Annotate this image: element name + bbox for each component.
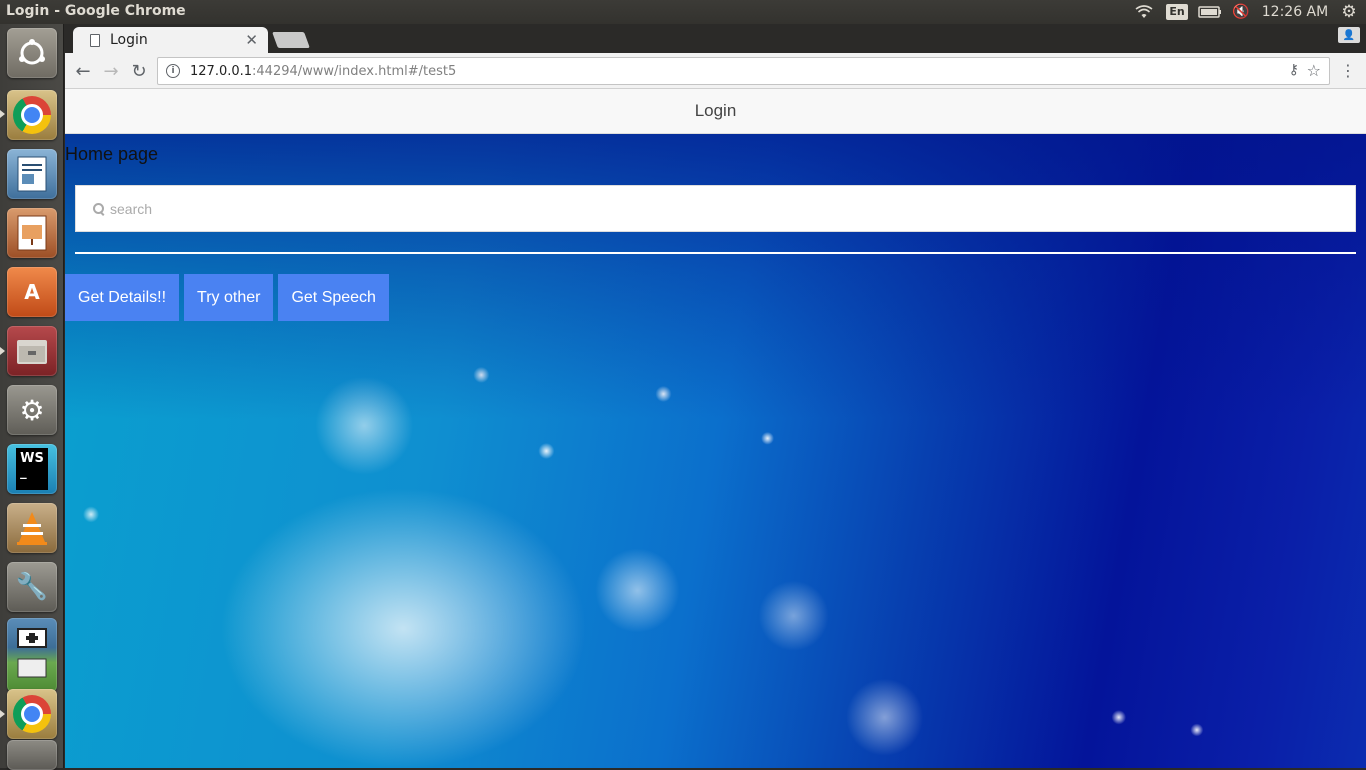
- key-icon[interactable]: ⚷: [1289, 62, 1299, 78]
- divider: [75, 252, 1356, 254]
- back-arrow-icon[interactable]: ←: [71, 59, 95, 83]
- chrome-window: Login ✕ 👤 ← → ↻ i 127.0.0.1:44294/www/in…: [65, 24, 1366, 768]
- clock[interactable]: 12:26 AM: [1260, 0, 1330, 24]
- bookmark-star-icon[interactable]: ☆: [1307, 61, 1321, 80]
- vlc-icon[interactable]: [7, 503, 57, 553]
- search-icon: [92, 202, 106, 216]
- reload-icon[interactable]: ↻: [127, 59, 151, 83]
- tab-strip: Login ✕ 👤: [65, 24, 1366, 53]
- button-row: Get Details!! Try other Get Speech: [65, 274, 394, 321]
- libreoffice-writer-icon[interactable]: [7, 149, 57, 199]
- running-indicator: [0, 110, 5, 118]
- page-content: Home page Get Details!! Try other Get Sp…: [65, 134, 1366, 768]
- profile-icon[interactable]: 👤: [1338, 27, 1360, 43]
- battery-icon[interactable]: [1196, 0, 1224, 24]
- chrome-launcher-icon[interactable]: [7, 90, 57, 140]
- launcher: A ⚙ WS _ 🔧: [0, 24, 64, 770]
- chrome-menu-icon[interactable]: ⋮: [1340, 61, 1356, 80]
- wine-tools-icon[interactable]: 🔧: [7, 562, 57, 612]
- libreoffice-impress-icon[interactable]: [7, 208, 57, 258]
- browser-tab[interactable]: Login ✕: [73, 27, 268, 53]
- page-title: Home page: [65, 144, 159, 164]
- workspace-switcher-icon[interactable]: [7, 618, 57, 692]
- top-panel: Login - Google Chrome En 🔇 12:26 AM ⚙: [0, 0, 1366, 24]
- get-speech-button[interactable]: Get Speech: [278, 274, 389, 321]
- search-bar[interactable]: [75, 185, 1356, 232]
- trash-icon[interactable]: [7, 740, 57, 770]
- page-icon: [90, 33, 100, 47]
- ubuntu-dash-icon[interactable]: [7, 28, 57, 78]
- running-indicator: [0, 347, 5, 355]
- wifi-icon[interactable]: [1132, 0, 1156, 24]
- chrome-active-icon[interactable]: [7, 689, 57, 739]
- window-title: Login - Google Chrome: [6, 3, 186, 19]
- try-other-button[interactable]: Try other: [184, 274, 274, 321]
- url-text[interactable]: 127.0.0.1:44294/www/index.html#/test5: [190, 64, 456, 79]
- system-menu-gear-icon[interactable]: ⚙: [1338, 0, 1360, 24]
- system-settings-icon[interactable]: ⚙: [7, 385, 57, 435]
- files-icon[interactable]: [7, 326, 57, 376]
- address-bar[interactable]: i 127.0.0.1:44294/www/index.html#/test5 …: [157, 57, 1330, 85]
- new-tab-button[interactable]: [272, 32, 310, 48]
- running-indicator: [0, 710, 5, 718]
- webstorm-icon[interactable]: WS _: [7, 444, 57, 494]
- web-page: Login Home page Get Details!! Try other …: [65, 89, 1366, 768]
- site-info-icon[interactable]: i: [166, 64, 180, 78]
- close-tab-icon[interactable]: ✕: [245, 31, 258, 49]
- page-header: Login: [65, 89, 1366, 134]
- browser-toolbar: ← → ↻ i 127.0.0.1:44294/www/index.html#/…: [65, 53, 1366, 89]
- keyboard-language-indicator[interactable]: En: [1166, 0, 1188, 24]
- forward-arrow-icon[interactable]: →: [99, 59, 123, 83]
- get-details-button[interactable]: Get Details!!: [65, 274, 180, 321]
- volume-muted-icon[interactable]: 🔇: [1230, 0, 1252, 24]
- tab-title: Login: [110, 32, 148, 48]
- ubuntu-software-icon[interactable]: A: [7, 267, 57, 317]
- header-title: Login: [694, 101, 737, 120]
- search-input[interactable]: [110, 200, 1310, 217]
